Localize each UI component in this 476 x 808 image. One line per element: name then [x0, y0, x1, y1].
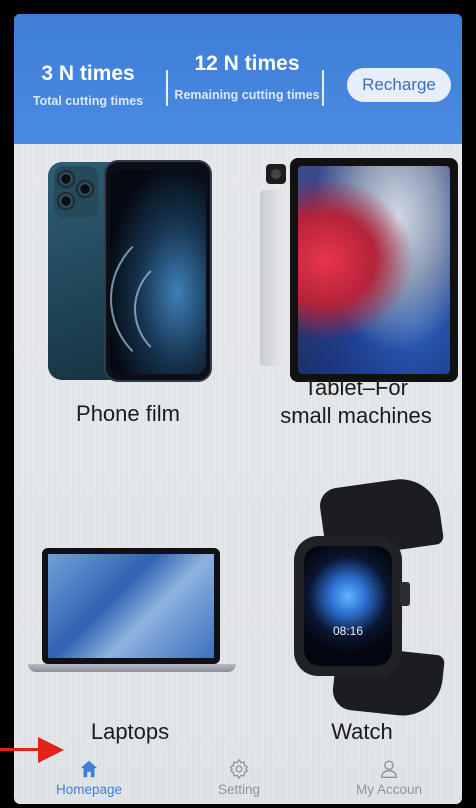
nav-label-homepage: Homepage [55, 782, 123, 797]
watch-screen-image [304, 546, 392, 666]
tablet-screen-image [298, 166, 450, 374]
nav-item-homepage[interactable]: Homepage [14, 748, 164, 804]
category-title-laptops: Laptops [90, 719, 170, 744]
remaining-cutting-stat: 12 N times Remaining cutting times [172, 52, 322, 102]
bottom-nav: Homepage Setting My Accoun [14, 748, 462, 804]
home-icon [80, 760, 98, 778]
total-cutting-label: Total cutting times [32, 94, 144, 108]
header-divider [322, 70, 324, 106]
tablet-camera-module [266, 164, 286, 184]
nav-label-setting: Setting [217, 782, 261, 797]
category-title-tablet-line1: Tablet–For [304, 375, 408, 400]
category-title-phone-film: Phone film [76, 401, 180, 426]
total-cutting-stat: 3 N times Total cutting times [14, 62, 162, 108]
total-cutting-value: 3 N times [41, 62, 135, 85]
app-screen: 3 N times Total cutting times 12 N times… [14, 14, 462, 804]
recharge-button[interactable]: Recharge [347, 68, 451, 102]
phone-camera-module [54, 166, 98, 218]
watch-time-text: 08:16 [332, 624, 364, 638]
gear-icon [229, 758, 249, 780]
category-title-tablet-line2: small machines [280, 403, 432, 428]
category-title-tablet: Tablet–For small machines [250, 374, 462, 430]
annotation-arrow-shaft [0, 748, 40, 751]
nav-item-setting[interactable]: Setting [164, 748, 314, 804]
nav-item-my-account[interactable]: My Accoun [314, 748, 462, 804]
annotation-arrow-icon [38, 737, 64, 763]
remaining-cutting-label: Remaining cutting times [174, 88, 320, 102]
tablet-back-image [260, 190, 286, 366]
watch-crown-image [400, 582, 410, 606]
laptop-base-image [28, 664, 236, 672]
user-icon [380, 760, 398, 778]
remaining-cutting-value: 12 N times [194, 52, 300, 75]
phone-wallpaper-arc [134, 254, 244, 364]
laptop-screen-image [48, 554, 214, 658]
category-title-watch: Watch [331, 719, 393, 744]
stats-header: 3 N times Total cutting times 12 N times… [14, 14, 462, 144]
nav-label-my-account: My Accoun [355, 782, 423, 797]
header-divider [166, 70, 168, 106]
